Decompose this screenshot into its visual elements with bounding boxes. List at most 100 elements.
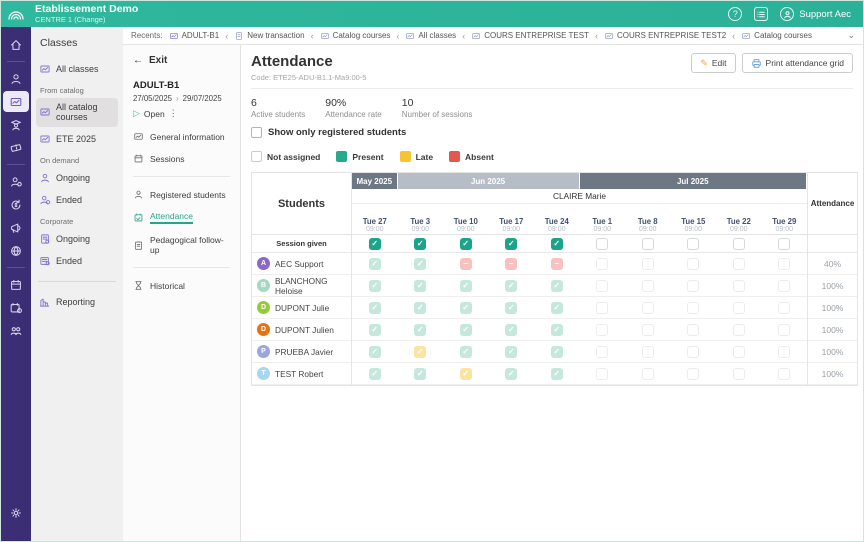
- menu-item-attendance[interactable]: Attendance: [133, 211, 230, 224]
- attendance-cell[interactable]: [625, 275, 671, 296]
- contacts-icon[interactable]: [3, 68, 29, 89]
- attendance-cell[interactable]: [762, 319, 808, 340]
- attendance-cell[interactable]: [580, 341, 626, 362]
- kebab-menu-icon[interactable]: ⋮: [169, 108, 178, 119]
- recent-item[interactable]: All classes: [405, 31, 456, 41]
- attendance-cell[interactable]: ✓: [489, 297, 535, 318]
- session-given-cell[interactable]: [671, 235, 717, 252]
- attendance-cell[interactable]: ✓: [398, 319, 444, 340]
- attendance-cell[interactable]: ✓: [534, 363, 580, 384]
- menu-item-historical[interactable]: Historical: [133, 280, 230, 291]
- attendance-cell[interactable]: [671, 319, 717, 340]
- attendance-cell[interactable]: [671, 341, 717, 362]
- attendance-cell[interactable]: ✓: [398, 363, 444, 384]
- attendance-cell[interactable]: [762, 253, 808, 274]
- settings-icon[interactable]: [3, 502, 29, 523]
- chevron-left-icon[interactable]: ‹: [462, 31, 465, 41]
- chevron-left-icon[interactable]: ‹: [396, 31, 399, 41]
- attendance-cell[interactable]: [580, 253, 626, 274]
- attendance-cell[interactable]: [762, 363, 808, 384]
- session-given-cell[interactable]: ✓: [352, 235, 398, 252]
- recent-item[interactable]: Catalog courses: [320, 31, 390, 41]
- org-center[interactable]: CENTRE 1 (Change): [35, 15, 138, 24]
- session-given-cell[interactable]: [580, 235, 626, 252]
- attendance-cell[interactable]: [671, 253, 717, 274]
- app-logo[interactable]: [1, 1, 31, 27]
- chevron-left-icon[interactable]: ‹: [732, 31, 735, 41]
- attendance-cell[interactable]: [625, 253, 671, 274]
- chevron-left-icon[interactable]: ‹: [225, 31, 228, 41]
- attendance-cell[interactable]: ✓: [534, 341, 580, 362]
- checkbox-icon[interactable]: [251, 127, 262, 138]
- student-row[interactable]: B BLANCHONG Heloise: [252, 275, 351, 297]
- planning-icon[interactable]: [3, 297, 29, 318]
- attendance-cell[interactable]: [762, 275, 808, 296]
- attendance-cell[interactable]: [580, 319, 626, 340]
- attendance-cell[interactable]: [716, 363, 762, 384]
- attendance-cell[interactable]: ✓: [534, 319, 580, 340]
- attendance-cell[interactable]: [671, 275, 717, 296]
- session-given-cell[interactable]: [762, 235, 808, 252]
- marketing-icon[interactable]: [3, 217, 29, 238]
- menu-item-sessions[interactable]: Sessions: [133, 153, 230, 164]
- attendance-cell[interactable]: ✓: [398, 275, 444, 296]
- session-given-cell[interactable]: [625, 235, 671, 252]
- attendance-cell[interactable]: [671, 363, 717, 384]
- menu-item-pedagogical-follow-up[interactable]: Pedagogical follow-up: [133, 235, 230, 255]
- attendance-cell[interactable]: [625, 363, 671, 384]
- recent-item[interactable]: COURS ENTREPRISE TEST2: [604, 31, 726, 41]
- attendance-cell[interactable]: [762, 297, 808, 318]
- chevron-left-icon[interactable]: ‹: [311, 31, 314, 41]
- attendance-cell[interactable]: [716, 341, 762, 362]
- menu-item-general-information[interactable]: General information: [133, 131, 230, 142]
- session-given-cell[interactable]: ✓: [489, 235, 535, 252]
- user-menu[interactable]: Support Aec: [780, 7, 851, 21]
- attendance-cell[interactable]: ✓: [489, 341, 535, 362]
- session-given-cell[interactable]: [716, 235, 762, 252]
- session-given-cell[interactable]: ✓: [398, 235, 444, 252]
- session-given-cell[interactable]: ✓: [534, 235, 580, 252]
- refund-icon[interactable]: [3, 194, 29, 215]
- attendance-cell[interactable]: ✓: [398, 297, 444, 318]
- attendance-cell[interactable]: [580, 275, 626, 296]
- attendance-cell[interactable]: [716, 319, 762, 340]
- attendance-cell[interactable]: ✓: [352, 363, 398, 384]
- sidebar-item-ongoing-corporate[interactable]: Ongoing: [36, 229, 118, 249]
- attendance-cell[interactable]: ✓: [352, 341, 398, 362]
- attendance-cell[interactable]: –: [534, 253, 580, 274]
- attendance-cell[interactable]: [671, 297, 717, 318]
- student-badge-icon[interactable]: [3, 171, 29, 192]
- attendance-cell[interactable]: [716, 297, 762, 318]
- recent-item[interactable]: COURS ENTREPRISE TEST: [471, 31, 589, 41]
- menu-item-registered-students[interactable]: Registered students: [133, 189, 230, 200]
- attendance-cell[interactable]: [625, 319, 671, 340]
- attendance-cell[interactable]: –: [443, 253, 489, 274]
- sidebar-item-ete-2025[interactable]: ETE 2025: [36, 129, 118, 149]
- sidebar-item-ended-demand[interactable]: Ended: [36, 190, 118, 210]
- attendance-cell[interactable]: ✓: [352, 319, 398, 340]
- checklist-icon[interactable]: [754, 7, 769, 21]
- classes-icon[interactable]: [3, 91, 29, 112]
- attendance-cell[interactable]: [716, 253, 762, 274]
- attendance-cell[interactable]: ✓: [489, 363, 535, 384]
- attendance-cell[interactable]: ✓: [443, 363, 489, 384]
- show-only-registered-checkbox[interactable]: Show only registered students: [251, 127, 853, 138]
- sidebar-item-ongoing-demand[interactable]: Ongoing: [36, 168, 118, 188]
- student-row[interactable]: D DUPONT Julien: [252, 319, 351, 341]
- session-given-cell[interactable]: ✓: [443, 235, 489, 252]
- student-row[interactable]: D DUPONT Julie: [252, 297, 351, 319]
- attendance-cell[interactable]: ✓: [534, 297, 580, 318]
- home-icon[interactable]: [3, 34, 29, 55]
- voucher-icon[interactable]: [3, 137, 29, 158]
- attendance-cell[interactable]: [580, 297, 626, 318]
- student-row[interactable]: T TEST Robert: [252, 363, 351, 385]
- calendar-icon[interactable]: [3, 274, 29, 295]
- student-row[interactable]: P PRUEBA Javier: [252, 341, 351, 363]
- attendance-cell[interactable]: [625, 297, 671, 318]
- attendance-cell[interactable]: ✓: [443, 297, 489, 318]
- exit-button[interactable]: ← Exit: [133, 55, 230, 66]
- attendance-cell[interactable]: ✓: [352, 275, 398, 296]
- chevron-down-icon[interactable]: ⌄: [847, 30, 855, 41]
- attendance-cell[interactable]: [762, 341, 808, 362]
- recent-item[interactable]: Catalog courses: [741, 31, 812, 41]
